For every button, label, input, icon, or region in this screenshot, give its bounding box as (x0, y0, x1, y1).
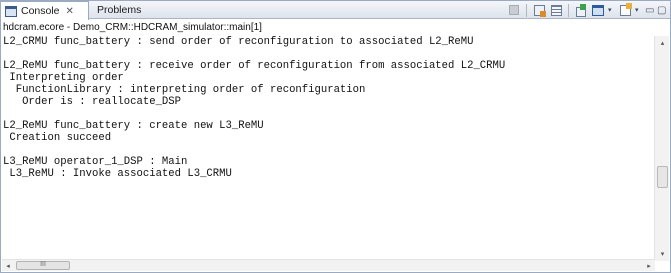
console-toolbar: ▾ ▾ ▭ ▢ (507, 2, 666, 18)
horizontal-scroll-thumb[interactable]: III (16, 261, 70, 270)
console-view: Console ✕ Problems ▾ ▾ ▭ ▢ hdcram.ecore … (0, 0, 671, 273)
maximize-icon[interactable]: ▢ (657, 5, 666, 16)
clear-console-button[interactable] (532, 3, 546, 17)
scroll-lock-button[interactable] (549, 3, 563, 17)
console-line: FunctionLibrary : interpreting order of … (3, 84, 366, 96)
scroll-right-icon[interactable]: ▸ (643, 260, 655, 271)
open-console-button[interactable] (618, 2, 632, 17)
console-icon (5, 5, 17, 17)
console-output[interactable]: L2_CRMU func_battery : send order of rec… (3, 36, 653, 261)
view-tab-bar: Console ✕ Problems ▾ ▾ ▭ ▢ (1, 1, 670, 20)
console-line: L2_ReMU func_battery : create new L3_ReM… (3, 120, 264, 132)
horizontal-scrollbar[interactable]: ◂ III ▸ (2, 259, 655, 271)
tab-console[interactable]: Console ✕ (1, 1, 89, 20)
console-line: Interpreting order (3, 72, 124, 84)
console-line: Order is : reallocate_DSP (3, 96, 182, 108)
scroll-lock-icon (550, 4, 562, 16)
console-line: L3_ReMU operator_1_DSP : Main (3, 156, 188, 168)
terminate-icon (509, 5, 519, 15)
close-icon[interactable]: ✕ (66, 6, 74, 17)
scroll-down-icon[interactable]: ▾ (655, 247, 670, 261)
toolbar-separator (526, 3, 527, 17)
console-line: Creation succeed (3, 132, 112, 144)
scroll-left-icon[interactable]: ◂ (2, 260, 14, 271)
open-console-icon (619, 2, 632, 16)
vertical-scroll-thumb[interactable] (657, 166, 668, 188)
minimize-icon[interactable]: ▭ (645, 5, 654, 16)
pin-console-button[interactable] (574, 3, 588, 17)
tab-problems[interactable]: Problems (93, 1, 173, 19)
toolbar-separator (568, 3, 569, 17)
open-console-dropdown-icon[interactable]: ▾ (635, 6, 642, 14)
tab-console-label: Console (21, 5, 60, 17)
display-console-dropdown-icon[interactable]: ▾ (608, 6, 615, 14)
console-line: L3_ReMU : Invoke associated L3_CRMU (3, 168, 232, 180)
console-line: L2_ReMU func_battery : receive order of … (3, 60, 506, 72)
tab-problems-label: Problems (97, 4, 142, 16)
clear-console-icon (533, 4, 546, 17)
process-label: hdcram.ecore - Demo_CRM::HDCRAM_simulato… (3, 22, 262, 33)
vertical-scrollbar[interactable]: ▴ ▾ (654, 36, 669, 261)
display-console-icon (592, 4, 604, 16)
terminate-button[interactable] (507, 3, 521, 17)
scroll-up-icon[interactable]: ▴ (655, 36, 670, 50)
console-line: L2_CRMU func_battery : send order of rec… (3, 36, 474, 48)
pin-console-icon (575, 4, 587, 17)
display-console-button[interactable] (591, 3, 605, 17)
